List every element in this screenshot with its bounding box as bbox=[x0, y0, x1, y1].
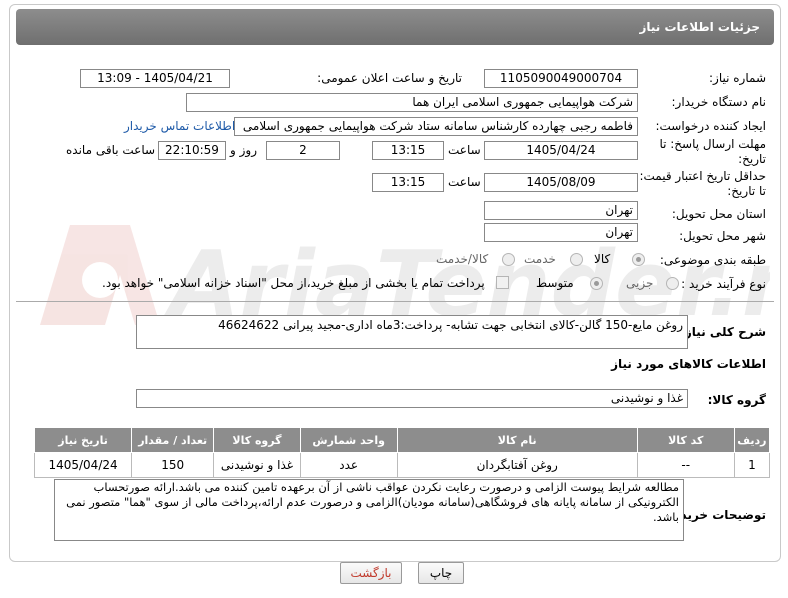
cell-name: روغن آفتابگردان bbox=[396, 452, 638, 478]
col-need-date: تاریخ نیاز bbox=[33, 427, 133, 453]
category-label: طبقه بندی موضوعی: bbox=[659, 253, 766, 267]
goods-table: ردیف کد کالا نام کالا واحد شمارش گروه کا… bbox=[33, 427, 771, 478]
process-type-label: نوع فرآیند خرید : bbox=[681, 277, 766, 291]
treasury-checkbox[interactable] bbox=[496, 276, 509, 289]
process-radio-partial[interactable] bbox=[666, 277, 679, 290]
reply-deadline-label: مهلت ارسال پاسخ: تا تاریخ: bbox=[659, 137, 766, 166]
cell-quantity: 150 bbox=[131, 452, 215, 478]
cell-row: 1 bbox=[733, 452, 771, 478]
category-goods-service-label: کالا/خدمت bbox=[436, 252, 489, 266]
col-name: نام کالا bbox=[396, 427, 638, 453]
page-title: جزئیات اطلاعات نیاز bbox=[639, 20, 760, 34]
cell-group: غذا و نوشیدنی bbox=[213, 452, 301, 478]
table-row: 1 -- روغن آفتابگردان عدد غذا و نوشیدنی 1… bbox=[33, 452, 771, 478]
buyer-org-field: شرکت هواپیمایی جمهوری اسلامی ایران هما bbox=[186, 93, 638, 112]
process-medium-label: متوسط bbox=[536, 276, 574, 290]
print-button[interactable]: چاپ bbox=[418, 562, 464, 584]
contact-buyer-link[interactable]: اطلاعات تماس خریدار bbox=[124, 119, 235, 133]
main-panel: جزئیات اطلاعات نیاز AriaTender.neT شماره… bbox=[9, 4, 781, 562]
goods-group-label: گروه کالا: bbox=[707, 393, 766, 407]
hours-left-label: ساعت باقی مانده bbox=[66, 143, 156, 157]
category-service-label: خدمت bbox=[524, 252, 556, 266]
category-radio-service[interactable] bbox=[570, 253, 583, 266]
goods-info-heading: اطلاعات کالاهای مورد نیاز bbox=[611, 357, 766, 371]
need-number-field: 1105090049000704 bbox=[484, 69, 638, 88]
province-field: تهران bbox=[484, 201, 638, 220]
back-button[interactable]: بازگشت bbox=[340, 562, 402, 584]
reply-time-field: 13:15 bbox=[372, 141, 444, 160]
category-goods-label: کالا bbox=[594, 252, 611, 266]
section-divider bbox=[16, 301, 774, 302]
goods-group-field: غذا و نوشیدنی bbox=[136, 389, 688, 408]
process-radio-medium[interactable] bbox=[590, 277, 603, 290]
buyer-org-label: نام دستگاه خریدار: bbox=[671, 95, 767, 109]
creator-label: ایجاد کننده درخواست: bbox=[655, 119, 766, 133]
col-unit: واحد شمارش bbox=[299, 427, 398, 453]
category-radio-goods-service[interactable] bbox=[502, 253, 515, 266]
panel-header: جزئیات اطلاعات نیاز bbox=[16, 9, 774, 45]
goods-table-header: ردیف کد کالا نام کالا واحد شمارش گروه کا… bbox=[33, 427, 771, 453]
need-number-label: شماره نیاز: bbox=[709, 71, 766, 85]
col-group: گروه کالا bbox=[213, 427, 301, 453]
cell-unit: عدد bbox=[299, 452, 398, 478]
announce-datetime-field: 1405/04/21 - 13:09 bbox=[80, 69, 230, 88]
announce-datetime-label: تاریخ و ساعت اعلان عمومی: bbox=[317, 71, 462, 85]
treasury-payment-note: پرداخت تمام یا بخشی از مبلغ خرید،از محل … bbox=[102, 276, 485, 290]
buyer-notes-field: مطالعه شرایط پیوست الزامی و درصورت رعایت… bbox=[54, 479, 684, 541]
cell-code: -- bbox=[636, 452, 735, 478]
day-and-label: روز و bbox=[230, 143, 257, 157]
validity-time-field: 13:15 bbox=[372, 173, 444, 192]
reply-days-field: 2 bbox=[266, 141, 340, 160]
city-label: شهر محل تحویل: bbox=[679, 229, 766, 243]
price-validity-label: حداقل تاریخ اعتبار قیمت: تا تاریخ: bbox=[639, 169, 766, 198]
creator-field: فاطمه رجبی چهارده کارشناس سامانه ستاد شر… bbox=[234, 117, 638, 136]
reply-hour-label: ساعت bbox=[448, 143, 481, 157]
reply-remaining-field: 22:10:59 bbox=[158, 141, 226, 160]
col-quantity: تعداد / مقدار bbox=[131, 427, 215, 453]
general-description-field: روغن مایع-150 گالن-کالای انتخابی جهت تشا… bbox=[136, 315, 688, 349]
general-description-label: شرح کلی نیاز: bbox=[680, 325, 766, 339]
col-code: کد کالا bbox=[636, 427, 735, 453]
process-partial-label: جزیی bbox=[626, 276, 654, 290]
validity-date-field: 1405/08/09 bbox=[484, 173, 638, 192]
city-field: تهران bbox=[484, 223, 638, 242]
col-row: ردیف bbox=[733, 427, 771, 453]
province-label: استان محل تحویل: bbox=[671, 207, 766, 221]
category-radio-goods[interactable] bbox=[632, 253, 645, 266]
validity-hour-label: ساعت bbox=[448, 175, 481, 189]
reply-date-field: 1405/04/24 bbox=[484, 141, 638, 160]
cell-need-date: 1405/04/24 bbox=[33, 452, 133, 478]
